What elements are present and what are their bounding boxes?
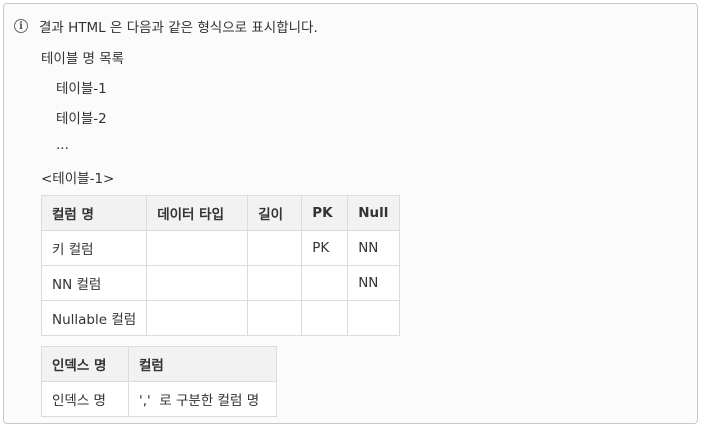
table-row: Nullable 컬럼 bbox=[40, 300, 401, 336]
cell bbox=[146, 265, 249, 301]
table-row: NN 컬럼 NN bbox=[40, 265, 401, 301]
header-length: 길이 bbox=[247, 195, 303, 231]
cell bbox=[347, 300, 401, 336]
table-row: 키 컬럼 PK NN bbox=[40, 230, 401, 266]
cell bbox=[301, 265, 349, 301]
cell bbox=[247, 265, 303, 301]
cell bbox=[301, 300, 349, 336]
list-item: 테이블-2 bbox=[56, 111, 107, 127]
header-column-name: 컬럼 명 bbox=[40, 195, 148, 231]
list-heading: 테이블 명 목록 bbox=[41, 51, 125, 67]
cell: ',' 로 구분한 컬럼 명 bbox=[128, 381, 277, 417]
cell: Nullable 컬럼 bbox=[40, 300, 148, 336]
header-columns: 컬럼 bbox=[128, 346, 277, 382]
cell bbox=[247, 300, 303, 336]
cell: NN bbox=[347, 265, 401, 301]
list-item: ... bbox=[56, 137, 69, 153]
cell bbox=[146, 230, 249, 266]
info-icon: i bbox=[14, 19, 28, 33]
table-header-row: 인덱스 명 컬럼 bbox=[41, 346, 277, 382]
index-table: 인덱스 명 컬럼 인덱스 명 ',' 로 구분한 컬럼 명 bbox=[41, 346, 277, 417]
columns-table: 컬럼 명 데이터 타입 길이 PK Null 키 컬럼 PK NN NN 컬럼 … bbox=[40, 195, 401, 336]
info-panel: i 결과 HTML 은 다음과 같은 형식으로 표시합니다. 테이블 명 목록 … bbox=[3, 3, 698, 424]
header-index-name: 인덱스 명 bbox=[41, 346, 129, 382]
header-pk: PK bbox=[301, 195, 349, 231]
cell bbox=[146, 300, 249, 336]
table-row: 인덱스 명 ',' 로 구분한 컬럼 명 bbox=[41, 381, 277, 417]
header-data-type: 데이터 타입 bbox=[146, 195, 249, 231]
cell: NN 컬럼 bbox=[40, 265, 148, 301]
table-caption: <테이블-1> bbox=[41, 171, 115, 187]
cell: 인덱스 명 bbox=[41, 381, 129, 417]
list-item: 테이블-1 bbox=[56, 81, 107, 97]
cell bbox=[247, 230, 303, 266]
table-header-row: 컬럼 명 데이터 타입 길이 PK Null bbox=[40, 195, 401, 231]
cell: PK bbox=[301, 230, 349, 266]
cell: 키 컬럼 bbox=[40, 230, 148, 266]
cell: NN bbox=[347, 230, 401, 266]
header-null: Null bbox=[347, 195, 401, 231]
intro-text: 결과 HTML 은 다음과 같은 형식으로 표시합니다. bbox=[39, 20, 318, 36]
intro-line: i 결과 HTML 은 다음과 같은 형식으로 표시합니다. bbox=[14, 16, 318, 36]
